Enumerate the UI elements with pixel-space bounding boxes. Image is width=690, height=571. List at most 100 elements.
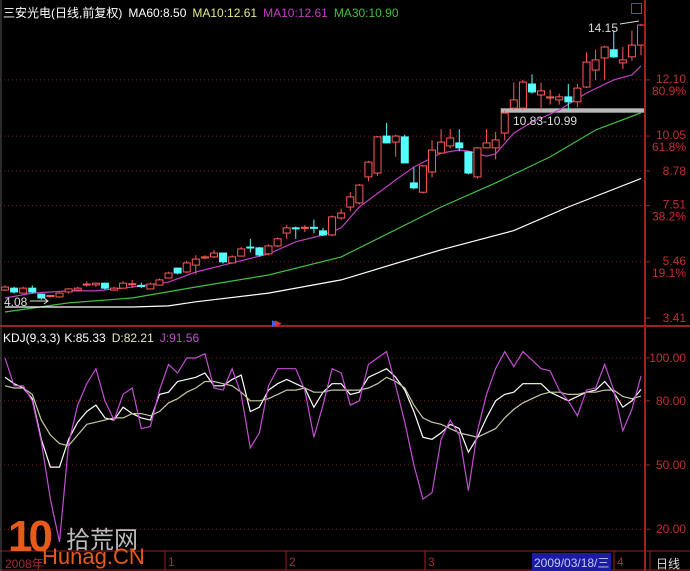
candle-body — [600, 46, 609, 59]
candle-body — [37, 293, 46, 299]
candle-up — [355, 184, 364, 205]
high-arrow — [619, 20, 640, 25]
ma10-line — [4, 65, 642, 299]
watermark-url: Hunag.CN — [42, 544, 145, 569]
candle-down — [10, 286, 19, 294]
candle-body — [337, 212, 346, 219]
candle-down — [100, 282, 109, 290]
candle-up — [73, 286, 82, 291]
candle-body — [155, 279, 164, 286]
ma10-value: MA10:12.61 — [192, 6, 258, 20]
candle-down — [255, 247, 264, 257]
candle-down — [464, 151, 473, 175]
candle-up — [1, 285, 9, 291]
candle-body — [28, 287, 37, 293]
price-tick-label: 8.78 — [663, 164, 687, 178]
candle-body — [455, 142, 464, 149]
candle-body — [300, 226, 309, 229]
candle-up — [64, 288, 73, 294]
kdj-tick-label: 80.00 — [656, 394, 686, 408]
candle-up — [637, 23, 645, 56]
candle-body — [10, 287, 19, 293]
candle-up — [182, 260, 191, 274]
candle-up — [46, 294, 55, 298]
candle-body — [64, 288, 73, 293]
candle-up — [555, 93, 564, 105]
candle-up — [482, 129, 491, 149]
candle-down — [382, 122, 391, 144]
candle-up — [264, 244, 273, 256]
price-tick-label: 3.41 — [663, 311, 687, 325]
candle-up — [446, 129, 455, 149]
candle-body — [73, 287, 82, 291]
time-label-2: 2 — [289, 555, 296, 569]
candle-up — [618, 47, 627, 69]
candle-body — [291, 227, 300, 230]
candle-body — [473, 147, 482, 178]
candle-body — [382, 135, 391, 144]
candle-body — [373, 136, 382, 174]
candle-body — [55, 292, 64, 298]
candle-body — [564, 96, 573, 103]
candle-body — [400, 136, 409, 164]
candle-body — [228, 256, 237, 264]
candle-body — [409, 182, 418, 189]
candle-down — [28, 285, 37, 294]
kdj-tick-label: 50.00 — [656, 458, 686, 472]
candle-body — [391, 135, 400, 143]
expand-icon[interactable] — [631, 3, 642, 14]
candle-up — [337, 208, 346, 220]
grid-lines — [0, 79, 645, 530]
candle-body — [237, 248, 246, 257]
candle-down — [137, 282, 146, 289]
candle-body — [437, 141, 446, 154]
chart-canvas[interactable]: 12.1080.9%10.0561.8%8.787.5138.2%5.4619.… — [0, 0, 690, 571]
fib-pct-label: 61.8% — [652, 140, 686, 154]
candle-up — [364, 160, 373, 182]
price-band-bar — [500, 108, 645, 113]
candle-down — [291, 226, 300, 239]
moving-average-lines — [4, 65, 642, 313]
watermark-logo: 10 拾荒网 Hunag.CN — [8, 512, 148, 570]
candle-up — [428, 140, 437, 178]
axis-tick-labels: 12.1080.9%10.0561.8%8.787.5138.2%5.4619.… — [649, 72, 686, 536]
stock-name: 三安光电(日线,前复权) — [3, 6, 123, 20]
candle-body — [491, 139, 500, 149]
candle-body — [627, 44, 636, 58]
scroll-arrows-icon[interactable]: ▶▶ — [272, 318, 282, 329]
candle-up — [473, 147, 482, 179]
price-band — [500, 108, 645, 113]
candle-body — [19, 287, 28, 294]
candle-body — [282, 227, 291, 234]
candle-body — [537, 90, 546, 96]
candle-body — [191, 258, 200, 266]
candle-body — [328, 216, 337, 236]
candle-up — [500, 110, 509, 141]
candle-up — [537, 82, 546, 111]
kdj-tick-label: 100.00 — [649, 351, 686, 365]
candle-up — [146, 282, 155, 290]
candle-body — [146, 283, 155, 290]
period-label[interactable]: 日线 — [656, 555, 680, 571]
candle-up — [346, 192, 355, 212]
candle-up — [19, 286, 28, 294]
candle-body — [1, 286, 9, 291]
candle-up — [282, 225, 291, 239]
candle-up — [600, 45, 609, 80]
high-price-label: 14.15 — [588, 21, 619, 35]
candle-body — [164, 272, 173, 279]
candle-body — [346, 196, 355, 208]
candle-up — [328, 215, 337, 237]
candle-up — [273, 237, 282, 248]
candle-up — [373, 136, 382, 176]
candle-body — [355, 184, 364, 204]
candle-body — [137, 284, 146, 287]
ma30-value: MA30:10.90 — [333, 6, 399, 20]
candles — [1, 23, 645, 300]
fib-pct-label: 80.9% — [652, 84, 686, 98]
candle-body — [219, 252, 228, 263]
candle-body — [609, 49, 618, 58]
ma60-value: MA60:8.50 — [128, 6, 187, 20]
candle-up — [209, 249, 218, 258]
candle-body — [509, 99, 518, 109]
